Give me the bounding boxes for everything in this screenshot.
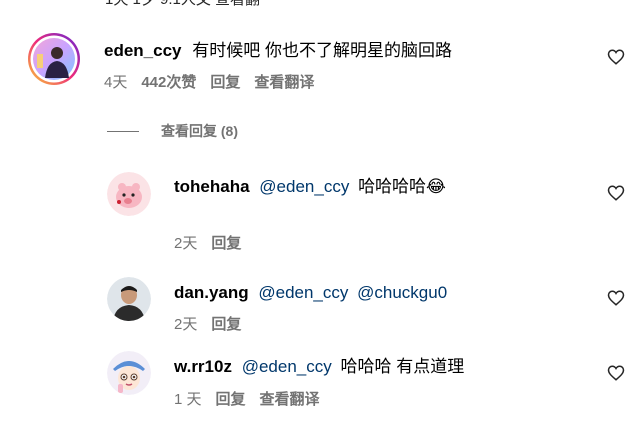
reply-reply-button[interactable]: 回复 [216,391,246,408]
reply-mention[interactable]: @eden_ccy [259,177,349,196]
avatar-w-rr10z[interactable] [107,351,151,395]
reply-like-heart-icon[interactable] [607,364,625,382]
view-replies-label: 查看回复 (8) [161,123,238,139]
comment-meta: 4天 442次赞 回复 查看翻译 [104,73,328,93]
view-replies-divider [107,130,139,132]
reply-like-heart-icon[interactable] [607,184,625,202]
reply-username[interactable]: tohehaha [174,177,250,196]
reply-text: 哈哈哈 有点道理 [340,357,465,376]
reply-age: 2天 [174,235,198,252]
comment-translate-button[interactable]: 查看翻译 [254,74,314,91]
reply-username[interactable]: w.rr10z [174,357,232,376]
avatar-image [107,172,151,216]
reply-username[interactable]: dan.yang [174,283,249,302]
reply-mention[interactable]: @eden_ccy [258,283,348,302]
avatar-image [28,33,80,85]
reply-reply-button[interactable]: 回复 [211,235,241,252]
reply-line-3: w.rr10z @eden_ccy 哈哈哈 有点道理 [174,356,464,378]
avatar-dan-yang[interactable] [107,277,151,321]
reply-line-2: dan.yang @eden_ccy @chuckgu0 [174,282,447,304]
comment-likes[interactable]: 442次赞 [141,74,196,91]
avatar-image [107,277,151,321]
reply-meta-2: 2天 回复 [174,315,255,335]
comment-reply-button[interactable]: 回复 [210,74,240,91]
previous-comment-meta: 1天 1夕 9.1人文 查看翻 [105,0,260,9]
reply-meta-1: 2天 回复 [174,234,255,254]
view-replies-button[interactable]: 查看回复 (8) [107,121,238,141]
comment-username[interactable]: eden_ccy [104,41,182,60]
comment-age: 4天 [104,74,128,91]
reply-age: 2天 [174,316,198,333]
reply-like-heart-icon[interactable] [607,289,625,307]
reply-age: 1 天 [174,391,202,408]
avatar-eden-ccy[interactable] [27,32,81,86]
comment-text: 有时候吧 你也不了解明星的脑回路 [192,41,452,60]
avatar-tohehaha[interactable] [107,172,151,216]
reply-reply-button[interactable]: 回复 [211,316,241,333]
comment-line: eden_ccy 有时候吧 你也不了解明星的脑回路 [104,40,452,62]
avatar-image [107,351,151,395]
reply-text-mention[interactable]: @chuckgu0 [357,283,447,302]
reply-meta-3: 1 天回复 查看翻译 [174,390,334,410]
reply-line-1: tohehaha @eden_ccy 哈哈哈哈😂 [174,176,446,198]
reply-text: 哈哈哈哈😂 [358,177,446,196]
comment-like-heart-icon[interactable] [607,48,625,66]
reply-mention[interactable]: @eden_ccy [242,357,332,376]
reply-translate-button[interactable]: 查看翻译 [260,391,320,408]
